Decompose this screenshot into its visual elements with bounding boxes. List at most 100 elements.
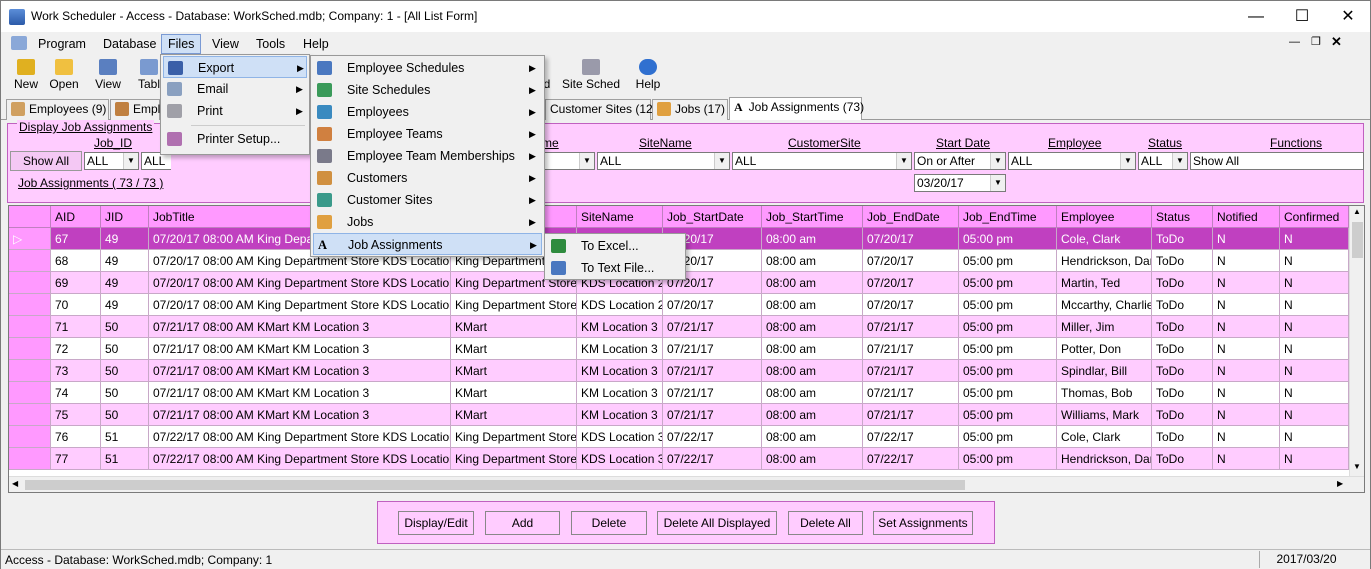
site-sched-button[interactable]: Site Sched — [561, 57, 621, 93]
table-cell[interactable]: 07/21/17 — [663, 316, 762, 338]
table-cell[interactable]: 50 — [101, 404, 149, 426]
table-cell[interactable]: 07/21/17 08:00 AM KMart KM Location 3 — [149, 338, 451, 360]
table-cell[interactable]: Thomas, Bob — [1057, 382, 1152, 404]
table-cell[interactable]: N — [1213, 316, 1280, 338]
table-cell[interactable]: 68 — [51, 250, 101, 272]
table-cell[interactable]: 05:00 pm — [959, 426, 1057, 448]
table-cell[interactable]: KDS Location 3 — [577, 426, 663, 448]
table-cell[interactable]: King Department Store — [451, 426, 577, 448]
row-selector[interactable] — [9, 316, 51, 338]
table-cell[interactable]: 07/21/17 08:00 AM KMart KM Location 3 — [149, 316, 451, 338]
menu-item-to-excel[interactable]: To Excel... — [547, 235, 683, 257]
table-cell[interactable]: Miller, Jim — [1057, 316, 1152, 338]
column-header[interactable]: Status — [1152, 206, 1213, 228]
menu-item-employee-teams[interactable]: Employee Teams ▶ — [313, 123, 542, 145]
menu-item-customers[interactable]: Customers ▶ — [313, 167, 542, 189]
row-selector[interactable] — [9, 448, 51, 470]
row-selector[interactable]: ▷ — [9, 228, 51, 250]
table-cell[interactable]: 07/21/17 — [663, 382, 762, 404]
table-cell[interactable]: 05:00 pm — [959, 382, 1057, 404]
table-cell[interactable]: 05:00 pm — [959, 228, 1057, 250]
table-cell[interactable]: 08:00 am — [762, 382, 863, 404]
display-edit-button[interactable]: Display/Edit — [398, 511, 474, 535]
table-cell[interactable]: N — [1213, 228, 1280, 250]
table-cell[interactable]: 07/21/17 — [663, 360, 762, 382]
table-cell[interactable]: KDS Location 2 — [577, 294, 663, 316]
table-cell[interactable]: KMart — [451, 338, 577, 360]
menu-item-job-assignments[interactable]: A Job Assignments ▶ — [313, 233, 542, 255]
column-header[interactable]: JID — [101, 206, 149, 228]
table-cell[interactable]: 50 — [101, 360, 149, 382]
set-assignments-button[interactable]: Set Assignments — [873, 511, 973, 535]
table-cell[interactable]: 50 — [101, 316, 149, 338]
table-cell[interactable]: 50 — [101, 338, 149, 360]
header-site-name[interactable]: SiteName — [639, 136, 692, 150]
table-cell[interactable]: KM Location 3 — [577, 360, 663, 382]
column-header[interactable]: Confirmed — [1280, 206, 1349, 228]
table-cell[interactable]: 08:00 am — [762, 250, 863, 272]
table-cell[interactable]: 07/21/17 08:00 AM KMart KM Location 3 — [149, 404, 451, 426]
table-cell[interactable]: 05:00 pm — [959, 360, 1057, 382]
table-cell[interactable]: Cole, Clark — [1057, 228, 1152, 250]
tab-employees[interactable]: Employees (9) — [6, 99, 109, 120]
row-selector[interactable] — [9, 272, 51, 294]
menu-item-jobs[interactable]: Jobs ▶ — [313, 211, 542, 233]
table-cell[interactable]: N — [1280, 360, 1349, 382]
header-status[interactable]: Status — [1148, 136, 1182, 150]
table-cell[interactable]: 08:00 am — [762, 426, 863, 448]
table-cell[interactable]: ToDo — [1152, 448, 1213, 470]
table-cell[interactable]: 73 — [51, 360, 101, 382]
close-button[interactable]: ✕ — [1325, 1, 1371, 32]
header-employee[interactable]: Employee — [1048, 136, 1101, 150]
table-cell[interactable]: 07/22/17 08:00 AM King Department Store … — [149, 426, 451, 448]
minimize-button[interactable]: — — [1233, 1, 1279, 32]
table-cell[interactable]: N — [1280, 338, 1349, 360]
row-selector[interactable] — [9, 338, 51, 360]
table-cell[interactable]: 08:00 am — [762, 316, 863, 338]
table-cell[interactable]: 07/21/17 — [663, 338, 762, 360]
table-cell[interactable]: 49 — [101, 294, 149, 316]
table-row[interactable]: 76 51 07/22/17 08:00 AM King Department St… — [9, 426, 1349, 448]
row-selector[interactable] — [9, 426, 51, 448]
table-cell[interactable]: N — [1280, 426, 1349, 448]
table-cell[interactable]: 05:00 pm — [959, 272, 1057, 294]
table-cell[interactable]: 05:00 pm — [959, 316, 1057, 338]
menu-view[interactable]: View — [206, 35, 245, 53]
table-cell[interactable]: 71 — [51, 316, 101, 338]
table-cell[interactable]: 07/22/17 — [663, 448, 762, 470]
menu-item-to-text-file[interactable]: To Text File... — [547, 257, 683, 279]
table-cell[interactable]: 08:00 am — [762, 448, 863, 470]
table-cell[interactable]: KMart — [451, 382, 577, 404]
table-cell[interactable]: ToDo — [1152, 404, 1213, 426]
table-cell[interactable]: N — [1213, 338, 1280, 360]
tab-employee-teams[interactable]: Empl — [110, 99, 160, 120]
table-row[interactable]: 77 51 07/22/17 08:00 AM King Department St… — [9, 448, 1349, 470]
column-header[interactable]: Job_StartDate — [663, 206, 762, 228]
show-all-button[interactable]: Show All — [10, 151, 82, 171]
table-cell[interactable]: 08:00 am — [762, 338, 863, 360]
table-cell[interactable]: 07/22/17 08:00 AM King Department Store … — [149, 448, 451, 470]
table-cell[interactable]: ToDo — [1152, 294, 1213, 316]
row-selector[interactable] — [9, 360, 51, 382]
table-cell[interactable]: 50 — [101, 382, 149, 404]
table-cell[interactable]: 07/20/17 — [663, 294, 762, 316]
table-cell[interactable]: ToDo — [1152, 426, 1213, 448]
table-cell[interactable]: 08:00 am — [762, 272, 863, 294]
table-cell[interactable]: N — [1213, 382, 1280, 404]
mdi-close-icon[interactable]: ✕ — [1331, 34, 1342, 50]
table-cell[interactable]: 74 — [51, 382, 101, 404]
status-select[interactable]: ALL ▼ — [1138, 152, 1188, 170]
table-cell[interactable]: KMart — [451, 360, 577, 382]
table-cell[interactable]: 05:00 pm — [959, 404, 1057, 426]
table-cell[interactable]: 67 — [51, 228, 101, 250]
table-cell[interactable]: N — [1280, 228, 1349, 250]
site-name-select[interactable]: ALL ▼ — [597, 152, 730, 170]
table-cell[interactable]: Hendrickson, Dan — [1057, 448, 1152, 470]
table-cell[interactable]: ToDo — [1152, 338, 1213, 360]
table-cell[interactable]: KM Location 3 — [577, 316, 663, 338]
table-cell[interactable]: N — [1280, 316, 1349, 338]
table-cell[interactable]: 08:00 am — [762, 360, 863, 382]
table-cell[interactable]: 75 — [51, 404, 101, 426]
name-select[interactable]: ▼ — [544, 152, 595, 170]
menu-item-site-schedules[interactable]: Site Schedules ▶ — [313, 79, 542, 101]
